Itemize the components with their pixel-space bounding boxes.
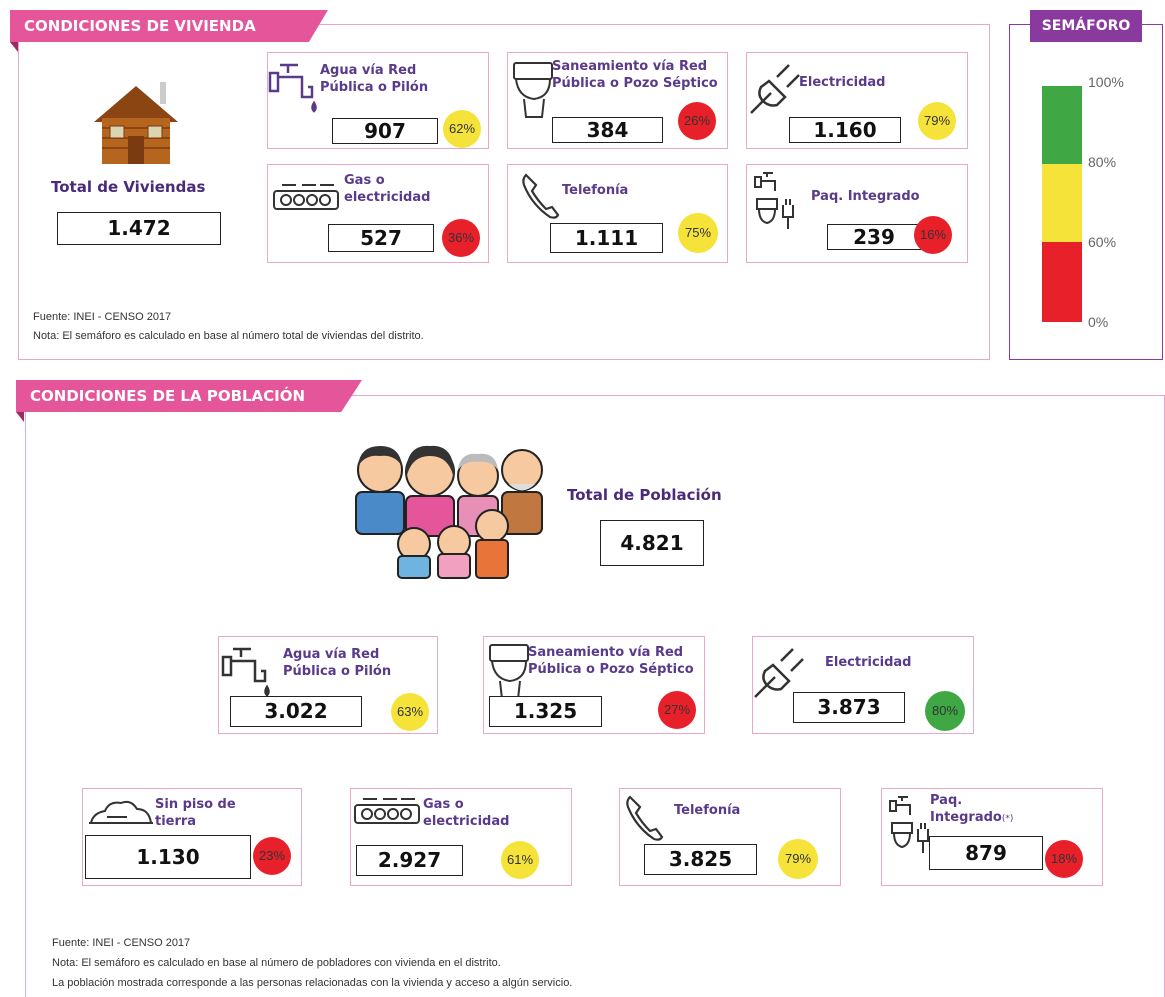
vivienda-card-saneamiento: Saneamiento vía Red Pública o Pozo Sépti… [507, 52, 728, 149]
card-value: 239 [827, 224, 921, 250]
card-label: Sin piso de tierra [155, 797, 236, 829]
card-value: 1.130 [85, 835, 251, 879]
semaforo-panel [1009, 24, 1163, 360]
semaforo-tick-0: 0% [1088, 314, 1109, 330]
poblacion-banner: CONDICIONES DE LA POBLACIÓN [16, 380, 362, 412]
vivienda-card-telefonia: Telefonía 1.111 75% [507, 164, 728, 263]
poblacion-card-telefonia: Telefonía 3.825 79% [619, 788, 841, 886]
card-label: Paq. Integrado [811, 189, 920, 204]
stove-icon [273, 184, 339, 210]
vivienda-card-electricidad: Electricidad 1.160 79% [746, 52, 968, 149]
semaforo-tick-100: 100% [1088, 74, 1124, 90]
pct-circle: 26% [678, 102, 716, 140]
total-poblacion-value: 4.821 [600, 520, 704, 566]
poblacion-card-paquete: Paq. Integrado(*) 879 18% [881, 788, 1103, 886]
card-value: 3.825 [644, 844, 757, 875]
pct-circle: 16% [914, 216, 952, 254]
card-label: Gas o electricidad [423, 797, 510, 829]
semaforo-title: SEMÁFORO [1030, 10, 1142, 42]
pct-circle: 75% [678, 213, 718, 253]
package-icon [889, 796, 929, 853]
water-tap-icon [221, 647, 270, 697]
card-label: Agua vía Red Pública o Pilón [283, 647, 392, 679]
semaforo-green [1042, 86, 1082, 164]
vivienda-card-paquete: Paq. Integrado 239 16% [746, 164, 968, 263]
pct-circle: 36% [442, 219, 480, 257]
card-value: 1.111 [550, 223, 663, 253]
card-label: Telefonía [562, 183, 629, 198]
card-label: Electricidad [799, 75, 886, 90]
card-value: 879 [929, 836, 1043, 870]
card-label: Paq. Integrado(*) [930, 793, 1034, 827]
vivienda-source: Fuente: INEI - CENSO 2017 [33, 311, 172, 323]
pct-circle: 80% [925, 691, 965, 731]
vivienda-card-agua: Agua vía Red Pública o Pilón 907 62% [267, 52, 489, 149]
poblacion-card-saneamiento: Saneamiento vía Red Pública o Pozo Sépti… [483, 636, 705, 734]
total-viviendas-value: 1.472 [57, 212, 221, 245]
card-value: 527 [328, 224, 434, 252]
card-value: 1.160 [789, 117, 901, 143]
total-viviendas-label: Total de Viviendas [51, 178, 206, 196]
family-icon [355, 445, 543, 579]
card-label: Saneamiento vía Red Pública o Pozo Sépti… [552, 59, 718, 91]
poblacion-card-gas: Gas o electricidad 2.927 61% [350, 788, 572, 886]
card-label: Telefonía [674, 803, 741, 818]
card-label: Agua vía Red Pública o Pilón [320, 63, 429, 95]
card-label-text: Paq. Integrado [930, 793, 1002, 825]
pct-circle: 18% [1045, 840, 1083, 878]
card-value: 3.873 [793, 692, 905, 723]
package-icon [754, 172, 794, 229]
pct-circle: 79% [918, 102, 956, 140]
banner-fold [10, 42, 18, 52]
plug-icon [754, 648, 804, 698]
card-value: 3.022 [230, 696, 362, 727]
semaforo-red [1042, 242, 1082, 322]
pct-circle: 61% [501, 841, 539, 879]
stove-icon [354, 798, 420, 824]
card-value: 907 [332, 118, 438, 144]
water-tap-icon [268, 63, 317, 113]
pct-circle: 63% [391, 693, 429, 731]
poblacion-card-piso: Sin piso de tierra 1.130 23% [82, 788, 302, 886]
phone-icon [626, 795, 664, 841]
poblacion-note: Nota: El semáforo es calculado en base a… [52, 957, 501, 969]
pct-circle: 23% [253, 837, 291, 875]
card-value: 384 [552, 117, 663, 143]
poblacion-title: CONDICIONES DE LA POBLACIÓN [30, 387, 306, 405]
banner-fold [16, 412, 24, 422]
poblacion-card-electricidad: Electricidad 3.873 80% [752, 636, 974, 734]
vivienda-card-gas: Gas o electricidad 527 36% [267, 164, 489, 263]
vivienda-title: CONDICIONES DE VIVIENDA [24, 17, 256, 35]
card-value: 2.927 [356, 845, 463, 876]
pct-circle: 27% [658, 691, 696, 729]
poblacion-source: Fuente: INEI - CENSO 2017 [52, 937, 191, 949]
semaforo-yellow [1042, 164, 1082, 242]
vivienda-banner: CONDICIONES DE VIVIENDA [10, 10, 328, 42]
floor-icon [89, 800, 153, 824]
card-value: 1.325 [489, 696, 602, 727]
vivienda-note: Nota: El semáforo es calculado en base a… [33, 330, 424, 342]
card-label: Electricidad [825, 655, 912, 670]
card-footnote: (*) [1001, 813, 1014, 824]
card-label: Gas o electricidad [344, 173, 431, 205]
pct-circle: 79% [778, 839, 818, 879]
phone-icon [522, 173, 560, 219]
house-icon [94, 82, 178, 164]
poblacion-note2: La población mostrada corresponde a las … [52, 977, 573, 989]
toilet-icon [489, 644, 529, 700]
pct-circle: 62% [443, 110, 481, 148]
card-label: Saneamiento vía Red Pública o Pozo Sépti… [528, 645, 694, 677]
poblacion-card-agua: Agua vía Red Pública o Pilón 3.022 63% [218, 636, 438, 734]
semaforo-title-text: SEMÁFORO [1041, 18, 1131, 34]
toilet-icon [513, 62, 553, 118]
semaforo-tick-60: 60% [1088, 234, 1117, 250]
total-poblacion-label: Total de Población [567, 486, 722, 504]
semaforo-tick-80: 80% [1088, 154, 1117, 170]
